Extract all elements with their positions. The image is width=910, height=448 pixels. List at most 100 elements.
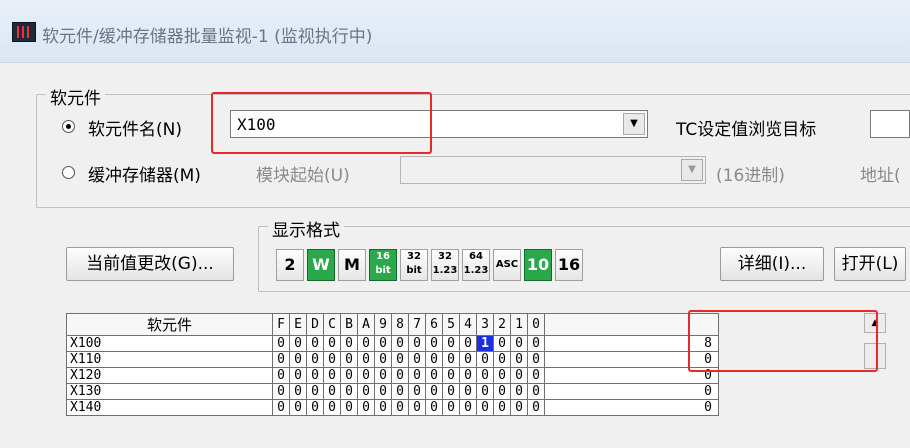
bit-cell[interactable]: 0	[493, 367, 511, 384]
bit-cell[interactable]: 0	[357, 351, 375, 368]
bit-cell[interactable]: 0	[391, 383, 409, 400]
bit-cell[interactable]: 0	[510, 351, 528, 368]
bit-cell[interactable]: 0	[476, 367, 494, 384]
device-name-cell[interactable]: X140	[66, 399, 273, 416]
bit-cell[interactable]: 0	[340, 351, 358, 368]
bit-cell[interactable]: 0	[289, 351, 307, 368]
bit-cell[interactable]: 0	[289, 367, 307, 384]
bit-cell[interactable]: 0	[493, 351, 511, 368]
bit-cell[interactable]: 0	[408, 399, 426, 416]
bit-cell[interactable]: 0	[323, 367, 341, 384]
bit-cell[interactable]: 0	[374, 351, 392, 368]
bit-cell[interactable]: 0	[391, 367, 409, 384]
bit-cell[interactable]: 0	[442, 367, 460, 384]
bit-cell[interactable]: 0	[527, 367, 545, 384]
bit-cell[interactable]: 0	[272, 351, 290, 368]
bit-cell[interactable]: 0	[510, 367, 528, 384]
bit-cell[interactable]: 0	[459, 367, 477, 384]
bit-cell[interactable]: 0	[459, 383, 477, 400]
format-ascii-button[interactable]: ASC	[493, 249, 521, 281]
bit-cell[interactable]: 0	[459, 399, 477, 416]
bit-cell[interactable]: 0	[425, 399, 443, 416]
bit-cell[interactable]: 0	[340, 367, 358, 384]
bit-cell[interactable]: 0	[357, 383, 375, 400]
module-start-combo[interactable]: ▼	[400, 156, 706, 184]
bit-cell[interactable]: 0	[510, 335, 528, 352]
bit-cell[interactable]: 0	[391, 351, 409, 368]
chevron-down-icon[interactable]: ▼	[681, 159, 703, 181]
bit-cell[interactable]: 0	[357, 367, 375, 384]
bit-cell[interactable]: 0	[510, 383, 528, 400]
bit-cell[interactable]: 0	[442, 399, 460, 416]
bit-cell[interactable]: 0	[442, 351, 460, 368]
value-cell[interactable]: 0	[544, 383, 719, 400]
bit-cell[interactable]: 0	[289, 383, 307, 400]
buffer-memory-radio-label[interactable]: 缓冲存储器(M)	[88, 161, 201, 186]
table-row[interactable]: X100 0 0 0 0 0 0 0 0 0 0 0 0 1 0 0 0 8	[66, 335, 719, 352]
format-word-button[interactable]: W	[307, 249, 335, 281]
bit-cell[interactable]: 0	[391, 399, 409, 416]
bit-cell[interactable]: 0	[459, 335, 477, 352]
format-binary-button[interactable]: 2	[276, 249, 304, 281]
bit-cell[interactable]: 0	[306, 367, 324, 384]
bit-cell[interactable]: 0	[425, 335, 443, 352]
bit-cell[interactable]: 0	[527, 351, 545, 368]
bit-cell[interactable]: 0	[323, 399, 341, 416]
chevron-down-icon[interactable]: ▼	[623, 113, 645, 135]
bit-cell[interactable]: 0	[323, 335, 341, 352]
bit-cell[interactable]: 0	[306, 335, 324, 352]
bit-cell[interactable]: 0	[374, 399, 392, 416]
bit-cell[interactable]: 0	[357, 399, 375, 416]
value-cell[interactable]: 0	[544, 399, 719, 416]
bit-cell[interactable]: 0	[374, 335, 392, 352]
table-row[interactable]: X130 0 0 0 0 0 0 0 0 0 0 0 0 0 0 0 0 0	[66, 383, 719, 400]
bit-cell[interactable]: 0	[306, 399, 324, 416]
bit-cell[interactable]: 0	[374, 367, 392, 384]
bit-cell[interactable]: 0	[510, 399, 528, 416]
table-row[interactable]: X120 0 0 0 0 0 0 0 0 0 0 0 0 0 0 0 0 0	[66, 367, 719, 384]
device-name-radio-label[interactable]: 软元件名(N)	[88, 115, 182, 140]
bit-cell[interactable]: 0	[272, 367, 290, 384]
bit-cell[interactable]: 0	[476, 399, 494, 416]
bit-cell[interactable]: 0	[493, 399, 511, 416]
bit-cell[interactable]: 0	[272, 335, 290, 352]
bit-cell[interactable]: 0	[289, 335, 307, 352]
bit-cell[interactable]: 0	[340, 399, 358, 416]
bit-cell[interactable]: 0	[425, 367, 443, 384]
detail-button[interactable]: 详细(I)...	[720, 247, 824, 281]
bit-cell[interactable]: 0	[493, 335, 511, 352]
table-row[interactable]: X110 0 0 0 0 0 0 0 0 0 0 0 0 0 0 0 0 0	[66, 351, 719, 368]
device-name-cell[interactable]: X130	[66, 383, 273, 400]
format-32bit-button[interactable]: 32 bit	[400, 249, 428, 281]
format-32-float-button[interactable]: 32 1.23	[431, 249, 459, 281]
bit-cell[interactable]: 0	[323, 383, 341, 400]
bit-cell[interactable]: 0	[476, 351, 494, 368]
device-name-radio[interactable]	[62, 120, 75, 133]
bit-cell[interactable]: 0	[493, 383, 511, 400]
format-64-float-button[interactable]: 64 1.23	[462, 249, 490, 281]
bit-cell[interactable]: 0	[306, 383, 324, 400]
bit-cell[interactable]: 0	[527, 383, 545, 400]
format-hex-button[interactable]: 16	[555, 249, 583, 281]
bit-cell[interactable]: 0	[408, 335, 426, 352]
open-button[interactable]: 打开(L)	[834, 247, 906, 281]
bit-cell[interactable]: 0	[408, 367, 426, 384]
bit-cell[interactable]: 0	[459, 351, 477, 368]
bit-cell[interactable]: 0	[374, 383, 392, 400]
bit-cell[interactable]: 0	[442, 335, 460, 352]
format-m-button[interactable]: M	[338, 249, 366, 281]
tc-target-field[interactable]	[870, 110, 910, 138]
format-16bit-button[interactable]: 16 bit	[369, 249, 397, 281]
bit-cell[interactable]: 0	[476, 383, 494, 400]
bit-cell[interactable]: 0	[340, 383, 358, 400]
format-decimal-button[interactable]: 10	[524, 249, 552, 281]
bit-cell[interactable]: 0	[408, 383, 426, 400]
buffer-memory-radio[interactable]	[62, 166, 75, 179]
device-name-cell[interactable]: X100	[66, 335, 273, 352]
bit-cell[interactable]: 0	[527, 399, 545, 416]
bit-cell[interactable]: 0	[306, 351, 324, 368]
selected-bit-cell[interactable]: 1	[476, 335, 494, 352]
bit-cell[interactable]: 0	[425, 383, 443, 400]
bit-cell[interactable]: 0	[357, 335, 375, 352]
bit-cell[interactable]: 0	[527, 335, 545, 352]
